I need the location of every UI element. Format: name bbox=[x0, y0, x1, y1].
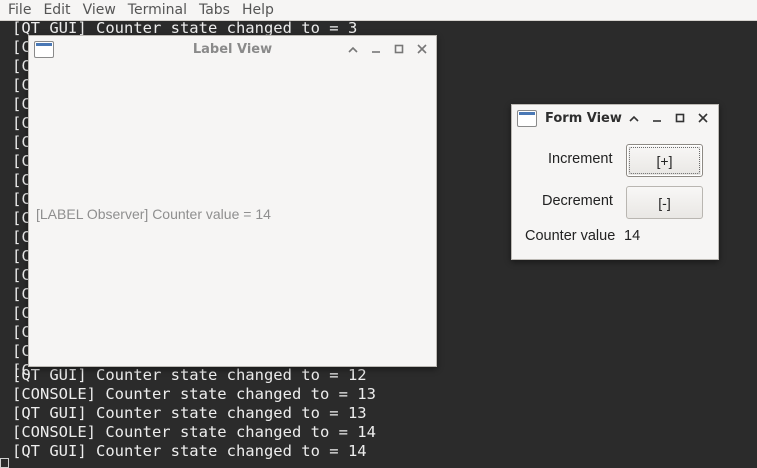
increment-button[interactable]: [+] bbox=[626, 144, 703, 177]
shade-icon[interactable] bbox=[625, 109, 643, 127]
terminal-line: [QT GUI] Counter state changed to = 13 bbox=[12, 404, 367, 422]
label-view-titlebar[interactable]: Label View bbox=[29, 36, 436, 63]
terminal-cursor bbox=[0, 458, 9, 468]
minimize-icon[interactable] bbox=[648, 109, 666, 127]
shade-icon[interactable] bbox=[344, 40, 362, 58]
observer-label: [LABEL Observer] Counter value = 14 bbox=[36, 206, 271, 222]
maximize-icon[interactable] bbox=[390, 40, 408, 58]
terminal-line: [CONSOLE] Counter state changed to = 13 bbox=[12, 385, 376, 403]
terminal-menubar: File Edit View Terminal Tabs Help bbox=[0, 0, 757, 21]
maximize-icon[interactable] bbox=[671, 109, 689, 127]
window-title: Form View bbox=[545, 111, 622, 126]
menu-terminal[interactable]: Terminal bbox=[122, 0, 193, 20]
terminal-line: [QT GUI] Counter state changed to = 14 bbox=[12, 442, 367, 460]
window-app-icon bbox=[517, 110, 537, 127]
menu-help[interactable]: Help bbox=[236, 0, 280, 20]
terminal-line: [QT GUI] Counter state changed to = 12 bbox=[12, 366, 367, 384]
minimize-icon[interactable] bbox=[367, 40, 385, 58]
form-view-window[interactable]: Form View Increment [+] Decrement [-] Co… bbox=[511, 104, 719, 260]
menu-edit[interactable]: Edit bbox=[37, 0, 76, 20]
menu-view[interactable]: View bbox=[77, 0, 122, 20]
close-icon[interactable] bbox=[413, 40, 431, 58]
counter-value-label: Counter value bbox=[525, 228, 616, 244]
terminal-line: [CONSOLE] Counter state changed to = 14 bbox=[12, 423, 376, 441]
close-icon[interactable] bbox=[694, 109, 712, 127]
form-view-titlebar[interactable]: Form View bbox=[512, 105, 718, 132]
menu-tabs[interactable]: Tabs bbox=[193, 0, 236, 20]
menu-file[interactable]: File bbox=[2, 0, 37, 20]
label-view-window[interactable]: Label View [LABEL Observer] Counter valu… bbox=[28, 35, 437, 367]
decrement-label: Decrement bbox=[542, 193, 613, 209]
decrement-button[interactable]: [-] bbox=[626, 186, 703, 219]
increment-label: Increment bbox=[548, 151, 613, 167]
counter-value: 14 bbox=[624, 228, 641, 244]
